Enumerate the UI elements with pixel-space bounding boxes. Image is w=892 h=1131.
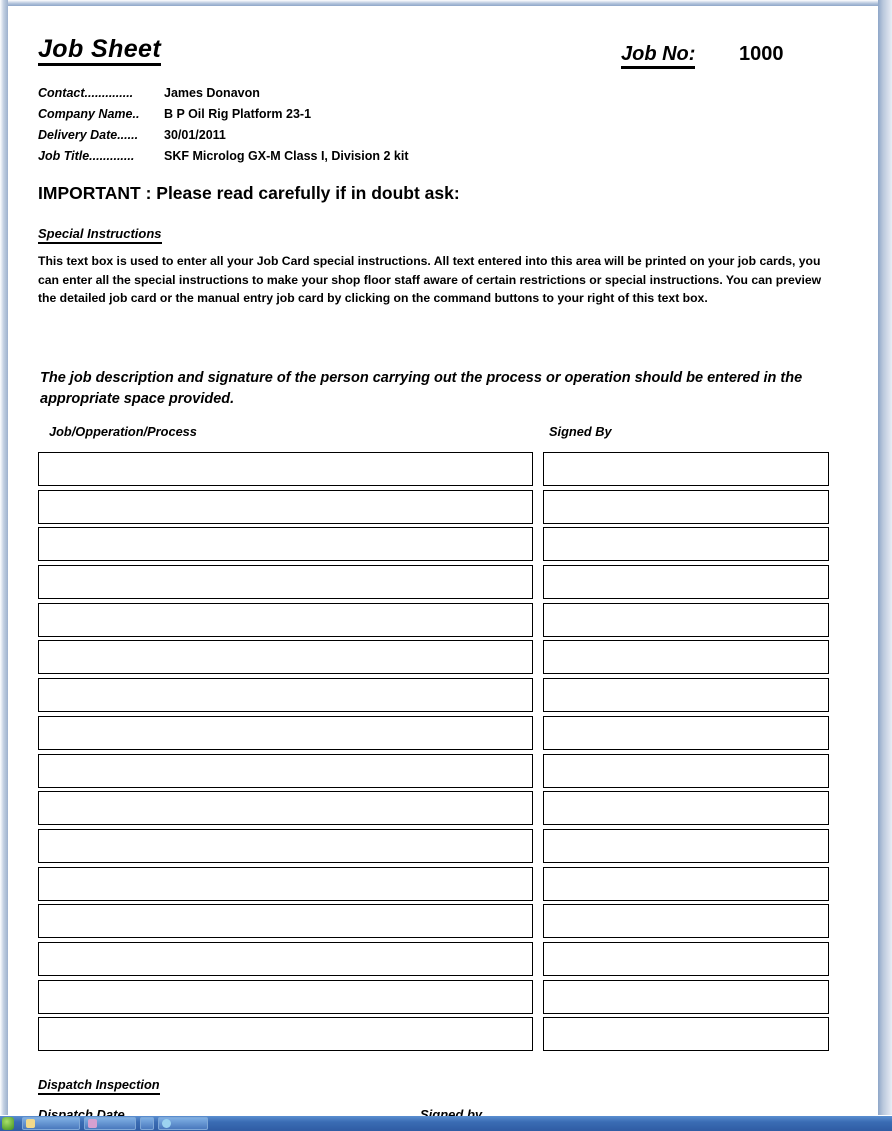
signed-by-input-cell[interactable] [543,640,829,675]
meta-value-job-title: SKF Microlog GX-M Class I, Division 2 ki… [164,149,409,163]
meta-label-delivery-date: Delivery Date...... [38,128,139,142]
column-gap [533,640,543,678]
table-row [38,828,829,867]
table-row [38,941,829,980]
task-input-cell[interactable] [38,904,533,939]
task-input-cell[interactable] [38,791,533,826]
column-gap [533,678,543,716]
column-gap [533,791,543,829]
column-gap [533,527,543,565]
special-instructions-text: This text box is used to enter all your … [38,254,822,305]
column-header-task: Job/Opperation/Process [49,424,197,439]
signed-by-input-cell[interactable] [543,678,829,713]
meta-label-company-name: Company Name.. [38,107,140,121]
signed-by-input-cell[interactable] [543,527,829,562]
table-row [38,527,829,565]
signed-by-input-cell[interactable] [543,452,829,486]
column-gap [533,716,543,754]
meta-label-contact: Contact.............. [38,86,134,100]
table-row [38,866,829,905]
table-row [38,715,829,754]
column-gap [533,904,543,942]
task-input-cell[interactable] [38,678,533,713]
column-header-signed-by: Signed By [549,424,612,439]
task-input-cell[interactable] [38,489,533,524]
task-input-cell[interactable] [38,640,533,675]
meta-label-job-title: Job Title............. [38,149,135,163]
taskbar-app-icon [88,1119,97,1128]
meta-row-company-name: Company Name.. B P Oil Rig Platform 23-1 [38,107,758,128]
task-input-cell[interactable] [38,527,533,562]
task-input-cell[interactable] [38,979,533,1014]
task-input-cell[interactable] [38,452,533,486]
table-row [38,489,829,528]
meta-row-job-title: Job Title............. SKF Microlog GX-M… [38,149,758,170]
taskbar[interactable] [0,1116,892,1131]
job-entry-table [38,452,829,1055]
meta-value-company-name: B P Oil Rig Platform 23-1 [164,107,312,121]
column-gap [533,1017,543,1055]
signed-by-input-cell[interactable] [543,489,829,524]
task-input-cell[interactable] [38,565,533,600]
taskbar-item-3[interactable] [140,1117,154,1130]
table-row [38,904,829,942]
meta-value-contact: James Donavon [164,86,260,100]
column-gap [533,980,543,1018]
task-input-cell[interactable] [38,828,533,863]
column-gap [533,867,543,905]
table-row [38,979,829,1018]
window-frame-right [878,0,892,1115]
task-input-cell[interactable] [38,1017,533,1052]
page-title: Job Sheet [38,36,162,67]
table-row [38,452,829,490]
signed-by-input-cell[interactable] [543,565,829,600]
job-meta-block: Contact.............. James Donavon Comp… [38,86,758,170]
taskbar-browser-icon [162,1119,171,1128]
signed-by-input-cell[interactable] [543,904,829,939]
signed-by-input-cell[interactable] [543,791,829,826]
signed-by-input-cell[interactable] [543,1017,829,1052]
signed-by-input-cell[interactable] [543,866,829,901]
special-instructions-heading: Special Instructions [38,226,162,244]
meta-value-delivery-date: 30/01/2011 [164,128,226,142]
table-row [38,791,829,829]
task-input-cell[interactable] [38,753,533,788]
column-gap [533,565,543,603]
window-frame-left [0,0,8,1115]
column-gap [533,603,543,641]
taskbar-folder-icon [26,1119,35,1128]
task-input-cell[interactable] [38,866,533,901]
job-no-label: Job No: [621,44,696,69]
table-row [38,565,829,603]
signed-by-input-cell[interactable] [543,753,829,788]
entry-section-instruction: The job description and signature of the… [40,370,803,407]
start-button-icon[interactable] [2,1117,14,1130]
meta-row-contact: Contact.............. James Donavon [38,86,758,107]
table-row [38,602,829,641]
important-notice: IMPORTANT : Please read carefully if in … [38,183,460,203]
task-input-cell[interactable] [38,715,533,750]
dispatch-inspection-heading: Dispatch Inspection [38,1077,160,1095]
column-gap [533,452,543,490]
meta-row-delivery-date: Delivery Date...... 30/01/2011 [38,128,758,149]
signed-by-input-cell[interactable] [543,979,829,1014]
task-input-cell[interactable] [38,602,533,637]
signed-by-input-cell[interactable] [543,602,829,637]
signed-by-input-cell[interactable] [543,941,829,976]
column-gap [533,754,543,792]
signed-by-input-cell[interactable] [543,715,829,750]
table-row [38,678,829,716]
table-row [38,1017,829,1055]
column-gap [533,829,543,867]
table-row [38,753,829,792]
column-gap [533,490,543,528]
application-window: Job Sheet Job No: 1000 Contact..........… [0,0,892,1131]
column-gap [533,942,543,980]
signed-by-input-cell[interactable] [543,828,829,863]
task-input-cell[interactable] [38,941,533,976]
job-no-value: 1000 [739,43,784,65]
table-row [38,640,829,678]
job-sheet-page: Job Sheet Job No: 1000 Contact..........… [8,6,878,1122]
